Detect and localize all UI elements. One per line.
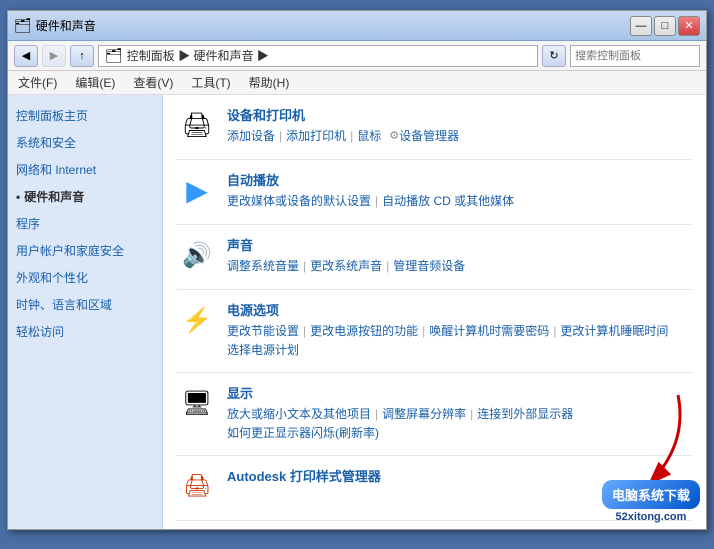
menu-edit[interactable]: 编辑(E) bbox=[71, 72, 119, 93]
sidebar-item-clock[interactable]: 时钟、语言和区域 bbox=[16, 294, 154, 315]
minimize-button[interactable]: — bbox=[630, 16, 652, 36]
menubar: 文件(F) 编辑(E) 查看(V) 工具(T) 帮助(H) bbox=[8, 71, 706, 95]
section-display: 🖥 显示 放大或缩小文本及其他项目 | 调整屏幕分辨率 | 连接到外部显示器 如… bbox=[177, 383, 692, 441]
titlebar-left: 🗂 硬件和声音 bbox=[14, 17, 96, 34]
power-title[interactable]: 电源选项 bbox=[227, 300, 692, 319]
link-power-plan[interactable]: 选择电源计划 bbox=[227, 341, 299, 358]
sidebar-item-users[interactable]: 用户帐户和家庭安全 bbox=[16, 240, 154, 261]
main-window: 🗂 硬件和声音 — □ ✕ ◀ ▶ ↑ 🗂 控制面板 ▶ 硬件和声音 ▶ ↻ 🔍… bbox=[7, 10, 707, 530]
link-wake-password[interactable]: 唤醒计算机时需要密码 bbox=[429, 322, 549, 339]
devices-title[interactable]: 设备和打印机 bbox=[227, 105, 692, 124]
divider-4 bbox=[177, 372, 692, 373]
menu-file[interactable]: 文件(F) bbox=[14, 72, 61, 93]
back-button[interactable]: ◀ bbox=[14, 45, 38, 67]
sound-icon: 🔊 bbox=[177, 235, 217, 275]
divider-5 bbox=[177, 455, 692, 456]
menu-help[interactable]: 帮助(H) bbox=[245, 72, 294, 93]
autoplay-content: 自动播放 更改媒体或设备的默认设置 | 自动播放 CD 或其他媒体 bbox=[227, 170, 692, 209]
addressbar: ◀ ▶ ↑ 🗂 控制面板 ▶ 硬件和声音 ▶ ↻ 🔍 bbox=[8, 41, 706, 71]
link-device-manager[interactable]: 设备管理器 bbox=[399, 127, 459, 144]
display-content: 显示 放大或缩小文本及其他项目 | 调整屏幕分辨率 | 连接到外部显示器 如何更… bbox=[227, 383, 692, 441]
link-power-desc[interactable]: 更改节能设置 bbox=[227, 322, 299, 339]
section-power: ⚡ 电源选项 更改节能设置 | 更改电源按钮的功能 | 唤醒计算机时需要密码 |… bbox=[177, 300, 692, 358]
autoplay-title[interactable]: 自动播放 bbox=[227, 170, 692, 189]
autodesk-print-icon: 🖨 bbox=[177, 466, 217, 506]
sidebar-item-network[interactable]: 网络和 Internet bbox=[16, 159, 154, 180]
power-links: 更改节能设置 | 更改电源按钮的功能 | 唤醒计算机时需要密码 | 更改计算机睡… bbox=[227, 322, 692, 339]
devices-icon2: ⚙ bbox=[389, 129, 399, 142]
divider-2 bbox=[177, 224, 692, 225]
main-panel: 🖨 设备和打印机 添加设备 | 添加打印机 | 鼠标 ⚙ 设备管理器 bbox=[163, 95, 706, 529]
menu-view[interactable]: 查看(V) bbox=[129, 72, 177, 93]
power-content: 电源选项 更改节能设置 | 更改电源按钮的功能 | 唤醒计算机时需要密码 | 更… bbox=[227, 300, 692, 358]
watermark-site: 52xitong.com bbox=[616, 511, 687, 523]
link-text-size[interactable]: 放大或缩小文本及其他项目 bbox=[227, 405, 371, 422]
path-text: 控制面板 ▶ 硬件和声音 ▶ bbox=[127, 47, 269, 64]
link-autoplay-desc[interactable]: 更改媒体或设备的默认设置 bbox=[227, 192, 371, 209]
titlebar-folder-icon: 🗂 bbox=[14, 17, 32, 34]
devices-content: 设备和打印机 添加设备 | 添加打印机 | 鼠标 ⚙ 设备管理器 bbox=[227, 105, 692, 144]
power-links2: 选择电源计划 bbox=[227, 341, 692, 358]
sidebar-item-hardware[interactable]: 硬件和声音 bbox=[16, 186, 154, 207]
display-links: 放大或缩小文本及其他项目 | 调整屏幕分辨率 | 连接到外部显示器 bbox=[227, 405, 692, 422]
menu-tools[interactable]: 工具(T) bbox=[187, 72, 234, 93]
sidebar-item-appearance[interactable]: 外观和个性化 bbox=[16, 267, 154, 288]
search-input[interactable] bbox=[575, 50, 714, 62]
titlebar: 🗂 硬件和声音 — □ ✕ bbox=[8, 11, 706, 41]
content-area: 控制面板主页 系统和安全 网络和 Internet 硬件和声音 程序 用户帐户和… bbox=[8, 95, 706, 529]
link-external-display[interactable]: 连接到外部显示器 bbox=[477, 405, 573, 422]
devices-icon: 🖨 bbox=[177, 105, 217, 145]
divider-1 bbox=[177, 159, 692, 160]
link-autoplay-cd[interactable]: 自动播放 CD 或其他媒体 bbox=[382, 192, 514, 209]
display-icon: 🖥 bbox=[177, 383, 217, 423]
autoplay-icon: ▶ bbox=[177, 170, 217, 210]
sidebar-item-home[interactable]: 控制面板主页 bbox=[16, 105, 154, 126]
divider-3 bbox=[177, 289, 692, 290]
link-mouse[interactable]: 鼠标 bbox=[357, 127, 381, 144]
link-power-button[interactable]: 更改电源按钮的功能 bbox=[310, 322, 418, 339]
folder-icon: 🗂 bbox=[105, 47, 123, 64]
forward-button[interactable]: ▶ bbox=[42, 45, 66, 67]
link-sleep-time[interactable]: 更改计算机睡眠时间 bbox=[560, 322, 668, 339]
refresh-button[interactable]: ↻ bbox=[542, 45, 566, 67]
maximize-button[interactable]: □ bbox=[654, 16, 676, 36]
sound-title[interactable]: 声音 bbox=[227, 235, 692, 254]
sound-content: 声音 调整系统音量 | 更改系统声音 | 管理音频设备 bbox=[227, 235, 692, 274]
search-box[interactable]: 🔍 bbox=[570, 45, 700, 67]
sidebar: 控制面板主页 系统和安全 网络和 Internet 硬件和声音 程序 用户帐户和… bbox=[8, 95, 163, 529]
section-devices: 🖨 设备和打印机 添加设备 | 添加打印机 | 鼠标 ⚙ 设备管理器 bbox=[177, 105, 692, 145]
watermark: 电脑系统下载 52xitong.com bbox=[602, 480, 700, 523]
sidebar-item-programs[interactable]: 程序 bbox=[16, 213, 154, 234]
link-refresh-rate[interactable]: 如何更正显示器闪烁(刷新率) bbox=[227, 424, 379, 441]
watermark-cloud: 电脑系统下载 bbox=[602, 480, 700, 509]
link-resolution[interactable]: 调整屏幕分辨率 bbox=[382, 405, 466, 422]
autoplay-links: 更改媒体或设备的默认设置 | 自动播放 CD 或其他媒体 bbox=[227, 192, 692, 209]
sidebar-item-system[interactable]: 系统和安全 bbox=[16, 132, 154, 153]
up-button[interactable]: ↑ bbox=[70, 45, 94, 67]
link-add-printer[interactable]: 添加打印机 bbox=[286, 127, 346, 144]
link-volume[interactable]: 调整系统音量 bbox=[227, 257, 299, 274]
address-path[interactable]: 🗂 控制面板 ▶ 硬件和声音 ▶ bbox=[98, 45, 538, 67]
display-title[interactable]: 显示 bbox=[227, 383, 692, 402]
link-add-device[interactable]: 添加设备 bbox=[227, 127, 275, 144]
sidebar-item-ease[interactable]: 轻松访问 bbox=[16, 321, 154, 342]
power-icon: ⚡ bbox=[177, 300, 217, 340]
sound-links: 调整系统音量 | 更改系统声音 | 管理音频设备 bbox=[227, 257, 692, 274]
link-sound-change[interactable]: 更改系统声音 bbox=[310, 257, 382, 274]
titlebar-title: 硬件和声音 bbox=[36, 17, 96, 34]
link-audio-manage[interactable]: 管理音频设备 bbox=[393, 257, 465, 274]
section-sound: 🔊 声音 调整系统音量 | 更改系统声音 | 管理音频设备 bbox=[177, 235, 692, 275]
display-links2: 如何更正显示器闪烁(刷新率) bbox=[227, 424, 692, 441]
section-autoplay: ▶ 自动播放 更改媒体或设备的默认设置 | 自动播放 CD 或其他媒体 bbox=[177, 170, 692, 210]
titlebar-buttons: — □ ✕ bbox=[630, 16, 700, 36]
close-button[interactable]: ✕ bbox=[678, 16, 700, 36]
devices-links: 添加设备 | 添加打印机 | 鼠标 ⚙ 设备管理器 bbox=[227, 127, 692, 144]
